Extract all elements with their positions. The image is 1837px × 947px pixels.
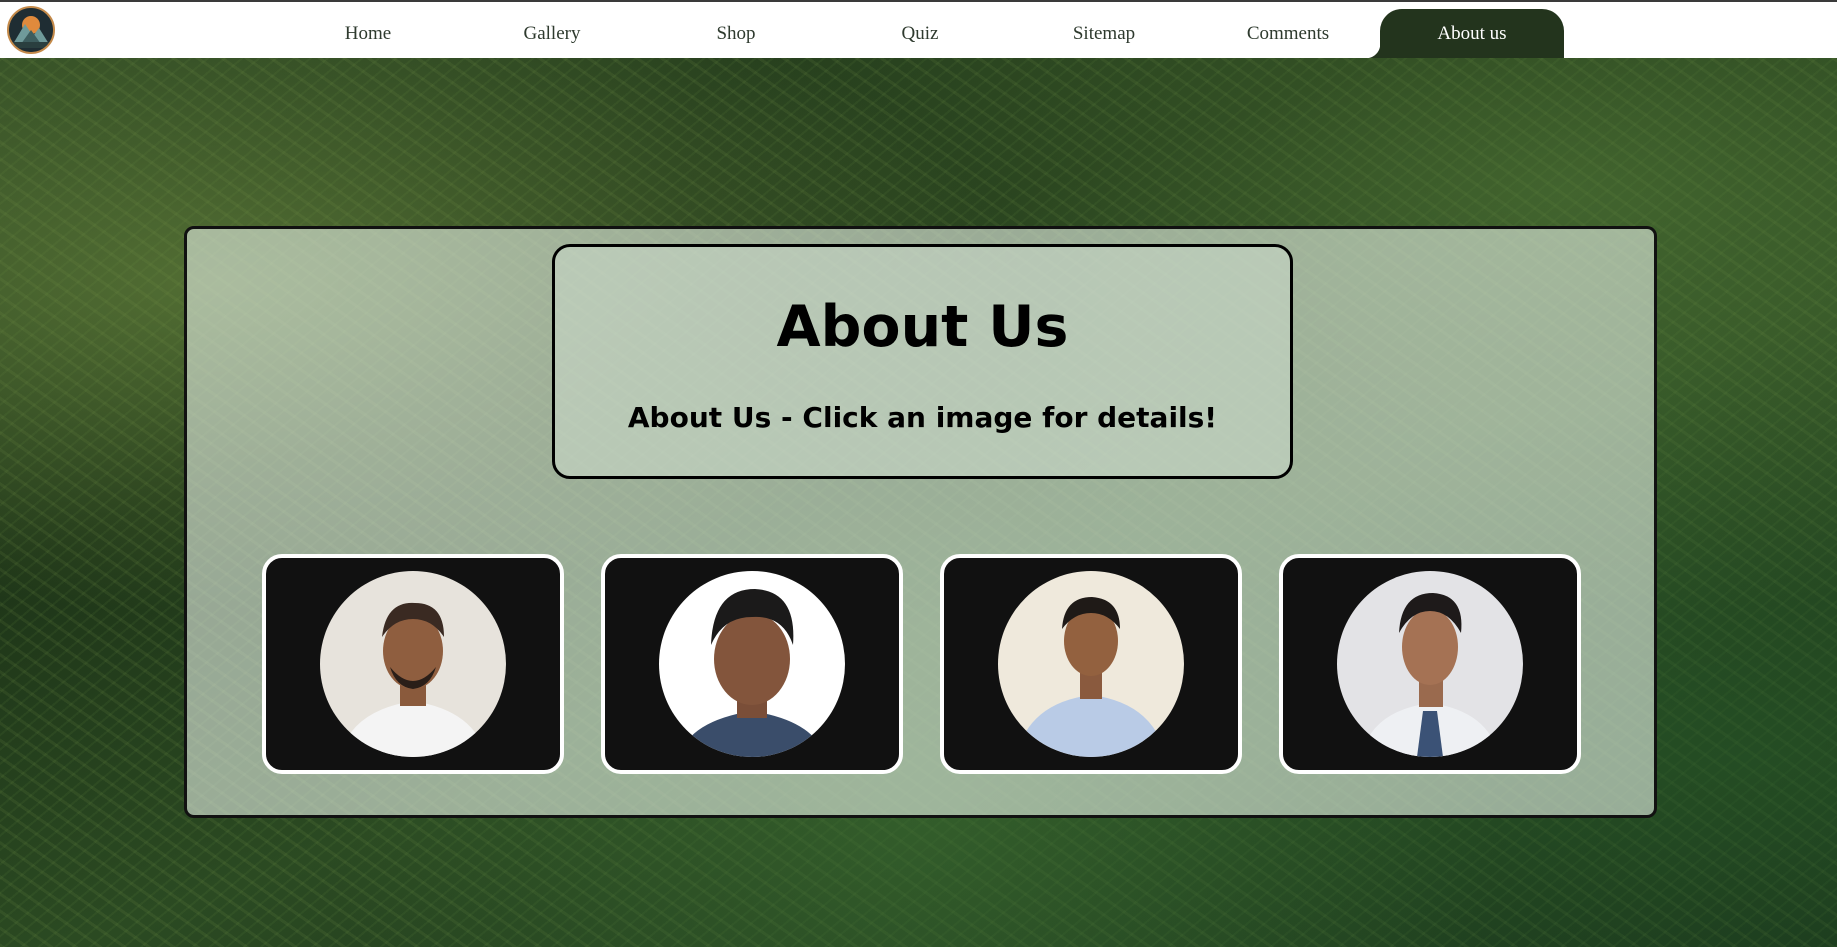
member-portrait-icon[interactable] [659,571,845,757]
member-card[interactable] [601,554,903,774]
member-card[interactable] [1279,554,1581,774]
mountain-logo-icon[interactable] [7,6,55,54]
nav-home[interactable]: Home [276,9,460,58]
member-cards [262,554,1581,774]
nav-gallery[interactable]: Gallery [460,9,644,58]
nav-about-us[interactable]: About us [1366,9,1564,58]
page-title: About Us [776,294,1069,360]
page-subtitle: About Us - Click an image for details! [627,401,1218,434]
member-portrait-icon[interactable] [1337,571,1523,757]
member-portrait-icon[interactable] [320,571,506,757]
about-panel: About Us About Us - Click an image for d… [184,226,1657,818]
top-navbar: Home Gallery Shop Quiz Sitemap Comments … [0,0,1837,58]
nav-sitemap[interactable]: Sitemap [1012,9,1196,58]
nav-comments[interactable]: Comments [1196,9,1380,58]
member-card[interactable] [262,554,564,774]
member-card[interactable] [940,554,1242,774]
nav-links: Home Gallery Shop Quiz Sitemap Comments … [276,9,1564,58]
nav-shop[interactable]: Shop [644,9,828,58]
about-header-box: About Us About Us - Click an image for d… [552,244,1293,479]
nav-quiz[interactable]: Quiz [828,9,1012,58]
member-portrait-icon[interactable] [998,571,1184,757]
